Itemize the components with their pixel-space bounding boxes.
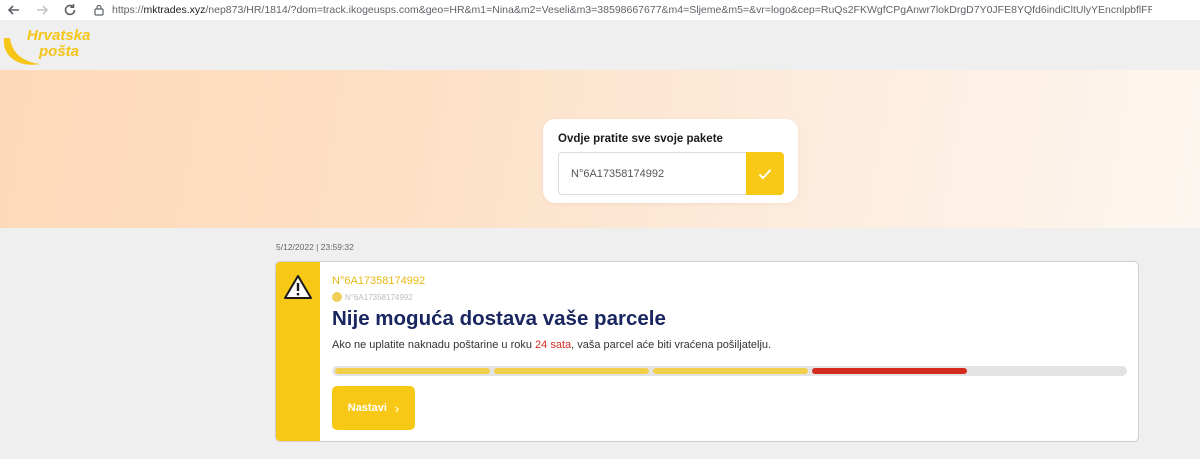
alert-deadline: 24 sata	[535, 339, 572, 351]
alert-message-start: Ako ne uplatite naknadu poštarine u roku	[332, 339, 536, 351]
browser-toolbar: https://mktrades.xyz/nep873/HR/1814/?dom…	[0, 0, 1200, 20]
logo-line-2: pošta	[39, 43, 80, 60]
arrow-right-icon	[37, 5, 49, 15]
warning-icon	[284, 275, 312, 299]
reload-icon	[64, 4, 76, 16]
lock-icon	[94, 4, 104, 16]
alert-message-end: , vaša parcel aće biti vraćena pošiljate…	[571, 339, 772, 351]
alert-side-bar	[276, 262, 320, 441]
hero-banner: Ovdje pratite sve svoje pakete	[0, 70, 1200, 228]
tracking-form-title: Ovdje pratite sve svoje pakete	[558, 133, 723, 145]
progress-step-2	[494, 368, 649, 374]
logo-line-1: Hrvatska	[27, 27, 91, 44]
site-info-button[interactable]	[92, 0, 106, 20]
chevron-right-icon: ›	[394, 400, 400, 416]
flag-icon	[332, 292, 342, 302]
back-button[interactable]	[0, 0, 28, 20]
url-domain: mktrades.xyz	[143, 4, 206, 16]
alert-heading: Nije moguća dostava vaše parcele	[332, 307, 666, 330]
progress-step-3	[653, 368, 808, 374]
progress-step-1	[335, 368, 490, 374]
address-bar[interactable]: https://mktrades.xyz/nep873/HR/1814/?dom…	[112, 4, 1152, 16]
tracking-number-input[interactable]	[558, 152, 746, 195]
delivery-progress-bar	[332, 366, 1127, 376]
forward-button[interactable]	[28, 0, 56, 20]
url-prefix: https://	[112, 4, 144, 16]
tracking-form: Ovdje pratite sve svoje pakete	[543, 119, 798, 203]
logo-text: Hrvatska pošta	[27, 28, 90, 60]
alert-tracking-sub-text: N°6A17358174992	[345, 292, 413, 302]
tracking-submit-button[interactable]	[746, 152, 784, 195]
arrow-left-icon	[7, 5, 19, 15]
alert-message: Ako ne uplatite naknadu poštarine u roku…	[332, 339, 771, 351]
reload-button[interactable]	[56, 0, 84, 20]
timestamp: 5/12/2022 | 23:59:32	[276, 242, 354, 252]
continue-button[interactable]: Nastavi ›	[332, 386, 415, 430]
url-path: /nep873/HR/1814/?dom=track.ikogeusps.com…	[205, 4, 1152, 16]
delivery-alert-card: N°6A17358174992 N°6A17358174992 Nije mog…	[275, 261, 1139, 442]
site-header: Hrvatska pošta	[0, 20, 1200, 70]
checkmark-icon	[758, 168, 772, 179]
continue-label: Nastavi	[347, 402, 387, 414]
progress-step-4	[812, 368, 967, 374]
site-logo[interactable]: Hrvatska pošta	[0, 26, 120, 68]
alert-tracking-sub: N°6A17358174992	[332, 292, 413, 302]
alert-tracking-number: N°6A17358174992	[332, 275, 426, 287]
